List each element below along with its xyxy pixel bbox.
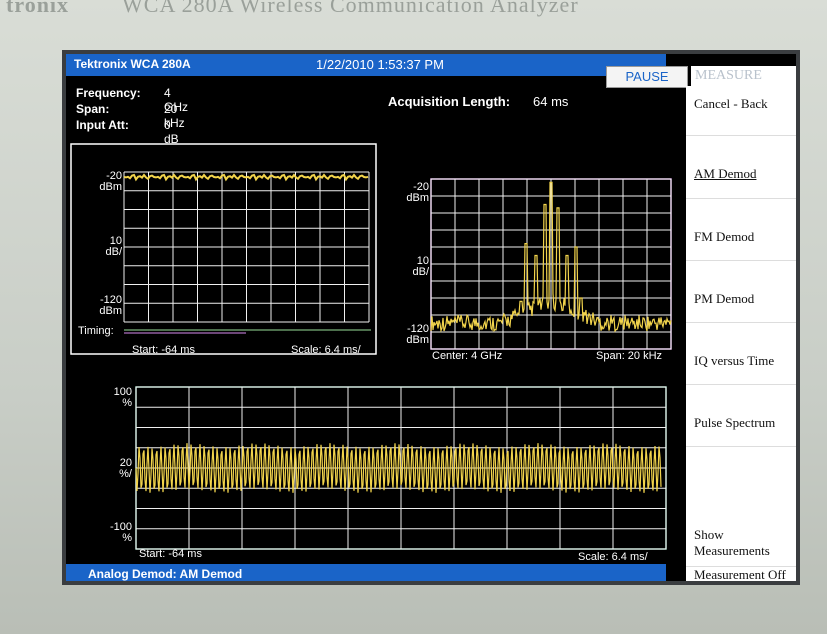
title-brand: Tektronix WCA 280A [74,57,191,71]
status-label: Analog Demod: AM Demod [88,567,243,581]
menu-fm-demod[interactable]: FM Demod [686,199,796,261]
span-readout: Span: 20 kHz [76,102,185,130]
tr-center: Center: 4 GHz [432,350,503,362]
tr-y-top: -20 dBm [406,181,429,204]
measure-menu-panel: Cancel - Back AM Demod FM Demod PM Demod… [686,86,796,582]
analyzer-screen: Tektronix WCA 280A 1/22/2010 1:53:37 PM … [62,50,800,585]
menu-measurement-off-label: Measurement Off [694,567,786,582]
menu-show-measurements[interactable]: Show Measurements [686,447,796,567]
tl-y-bot: -120 dBm [99,294,122,317]
acq-label: Acquisition Length: [388,94,511,109]
tl-y-mid: 10 dB/ [105,235,122,258]
bt-y-bot: -100 % [109,521,132,544]
menu-pm-demod[interactable]: PM Demod [686,261,796,323]
menu-show-measurements-label: Show Measurements [694,527,770,558]
menu-am-demod[interactable]: AM Demod [686,136,796,199]
measure-menu-title: MEASURE [691,66,796,86]
bt-start: Start: -64 ms [139,548,202,560]
acquisition-length-readout: Acquisition Length: 64 ms [388,94,568,109]
top-right-grid [430,178,672,350]
acq-value: 64 ms [533,94,569,109]
tr-span: Span: 20 kHz [596,350,663,362]
menu-pulse-spectrum[interactable]: Pulse Spectrum [686,385,796,447]
menu-iq-versus-time[interactable]: IQ versus Time [686,323,796,385]
pause-button[interactable]: PAUSE [606,66,688,88]
top-right-plot [430,178,672,350]
tr-y-bot: -120 dBm [406,323,429,346]
title-bar: Tektronix WCA 280A 1/22/2010 1:53:37 PM [66,54,666,76]
bezel-brand: tronix [6,0,70,17]
bezel-model: WCA 280A Wireless Communication Analyzer [122,0,579,17]
frequency-readout: Frequency: 4 GHz [76,86,188,114]
status-bar: Analog Demod: AM Demod [66,564,666,581]
bt-y-top: 100 % [113,386,132,409]
tl-y-top: -20 dBm [99,170,122,193]
input-att-readout: Input Att: 0 dB [76,118,179,146]
tl-start: Start: -64 ms [132,344,195,356]
menu-pm-demod-label: PM Demod [694,291,755,306]
bottom-plot [135,386,667,550]
menu-measurement-off[interactable]: Measurement Off [686,567,796,582]
menu-pulse-spectrum-label: Pulse Spectrum [694,415,776,430]
timing-label: Timing: [78,325,114,337]
title-datetime: 1/22/2010 1:53:37 PM [316,57,444,72]
frequency-label: Frequency: [76,86,141,100]
menu-cancel-back-label: Cancel - Back [694,96,768,111]
tr-y-mid: 10 dB/ [412,255,429,278]
bt-y-mid: 20 %/ [119,457,132,480]
menu-cancel-back[interactable]: Cancel - Back [686,86,796,136]
menu-am-demod-label: AM Demod [694,166,757,181]
instrument-bezel: tronix WCA 280A Wireless Communication A… [0,0,827,30]
top-left-grid [123,171,370,323]
input-att-label: Input Att: [76,118,129,132]
bt-scale: Scale: 6.4 ms/ [578,551,648,563]
span-label: Span: [76,102,110,116]
tl-scale: Scale: 6.4 ms/ [291,344,361,356]
menu-iq-versus-time-label: IQ versus Time [694,353,775,368]
menu-fm-demod-label: FM Demod [694,229,755,244]
input-att-value: 0 dB [164,118,179,146]
